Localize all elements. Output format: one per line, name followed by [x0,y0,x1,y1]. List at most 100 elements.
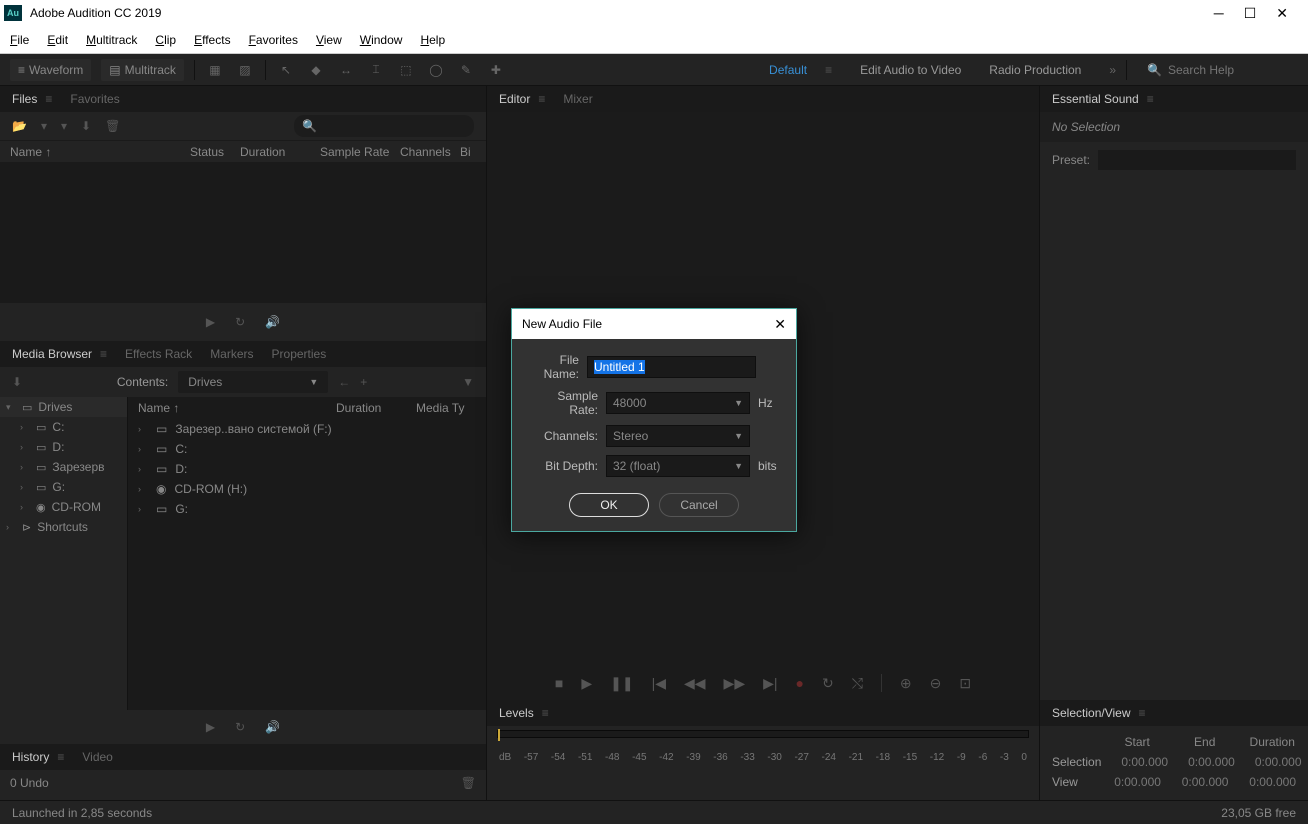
razor-tool-icon[interactable]: ◆ [306,60,326,80]
tree-drives[interactable]: ▾ ▭ Drives [0,397,127,417]
tab-mixer[interactable]: Mixer [563,92,592,106]
tab-selection-view[interactable]: Selection/View [1052,706,1131,720]
sv-view-end[interactable]: 0:00.000 [1181,775,1229,789]
files-search[interactable]: 🔍 [294,115,474,137]
tab-markers[interactable]: Markers [210,347,253,361]
close-button[interactable]: ✕ [1276,5,1288,22]
list-col-name[interactable]: Name ↑ [138,401,336,415]
col-sample-rate[interactable]: Sample Rate [320,145,400,159]
mode-multitrack-button[interactable]: ▤ Multitrack [101,59,184,81]
auto-play-icon[interactable]: 🔊 [265,720,280,734]
tab-video[interactable]: Video [82,750,112,764]
mode-waveform-button[interactable]: ≡ Waveform [10,59,91,81]
tab-essential-sound[interactable]: Essential Sound [1052,92,1139,106]
play-icon[interactable]: ▶ [206,315,215,329]
editor-tab-menu-icon[interactable]: ≡ [538,92,545,106]
import-icon[interactable]: ▾ [41,119,47,133]
cancel-button[interactable]: Cancel [659,493,739,517]
forward-icon[interactable]: + [360,375,367,389]
sv-view-start[interactable]: 0:00.000 [1113,775,1161,789]
col-duration[interactable]: Duration [240,145,320,159]
menu-file[interactable]: File [10,33,29,47]
fast-forward-button[interactable]: ▶▶ [724,675,746,692]
menu-favorites[interactable]: Favorites [249,33,298,47]
col-channels[interactable]: Channels [400,145,460,159]
dialog-close-button[interactable]: ✕ [774,316,786,333]
play-button[interactable]: ▶ [581,675,592,692]
list-item[interactable]: ›◉CD-ROM (H:) [128,479,486,499]
loop-icon[interactable]: ↻ [235,315,245,329]
col-name[interactable]: Name ↑ [10,145,190,159]
list-item[interactable]: ›▭C: [128,439,486,459]
workspace-edit-audio-to-video[interactable]: Edit Audio to Video [860,63,961,77]
menu-effects[interactable]: Effects [194,33,230,47]
col-status[interactable]: Status [190,145,240,159]
workspace-more-icon[interactable]: » [1109,63,1116,77]
list-item[interactable]: ›▭G: [128,499,486,519]
files-tab-menu-icon[interactable]: ≡ [45,92,52,106]
workspace-menu-icon[interactable]: ≡ [825,63,832,77]
loop-button[interactable]: ↻ [822,675,834,692]
insert-icon[interactable]: ⬇ [12,375,22,389]
play-icon[interactable]: ▶ [206,720,215,734]
spectral-freq-icon[interactable]: ▦ [205,60,225,80]
slip-tool-icon[interactable]: ↔ [336,60,356,80]
menu-window[interactable]: Window [360,33,403,47]
spectral-pitch-icon[interactable]: ▨ [235,60,255,80]
tab-history[interactable]: History [12,750,49,764]
contents-dropdown[interactable]: Drives ▼ [178,371,328,393]
es-tab-menu-icon[interactable]: ≡ [1147,92,1154,106]
menu-clip[interactable]: Clip [155,33,176,47]
sv-selection-end[interactable]: 0:00.000 [1188,755,1235,769]
go-to-end-button[interactable]: ▶| [763,675,777,692]
tree-drive-g[interactable]: › ▭ G: [0,477,127,497]
move-tool-icon[interactable]: ↖ [276,60,296,80]
menu-multitrack[interactable]: Multitrack [86,33,137,47]
ok-button[interactable]: OK [569,493,649,517]
tab-files[interactable]: Files [12,92,37,106]
list-item[interactable]: ›▭D: [128,459,486,479]
history-tab-menu-icon[interactable]: ≡ [57,750,64,764]
sv-selection-start[interactable]: 0:00.000 [1121,755,1168,769]
maximize-button[interactable]: ☐ [1244,5,1257,22]
list-col-duration[interactable]: Duration [336,401,416,415]
open-file-icon[interactable]: 📂 [12,119,27,133]
sv-selection-duration[interactable]: 0:00.000 [1255,755,1302,769]
new-icon[interactable]: ▾ [61,119,67,133]
tab-media-browser[interactable]: Media Browser [12,347,92,361]
record-button[interactable]: ● [796,675,804,691]
minimize-button[interactable]: ─ [1214,5,1224,22]
heal-icon[interactable]: ✚ [486,60,506,80]
pause-button[interactable]: ❚❚ [610,675,633,692]
workspace-default[interactable]: Default [769,63,807,77]
save-icon[interactable]: ⬇ [81,119,91,133]
stop-button[interactable]: ■ [555,675,563,691]
tree-shortcuts[interactable]: › ⊳ Shortcuts [0,517,127,537]
search-help[interactable]: 🔍 [1137,63,1298,77]
skip-selection-button[interactable]: ⤭ [852,675,863,692]
zoom-full-icon[interactable]: ⊡ [959,675,971,692]
preset-dropdown[interactable] [1098,150,1296,170]
rewind-button[interactable]: ◀◀ [684,675,706,692]
tree-drive-d[interactable]: › ▭ D: [0,437,127,457]
back-icon[interactable]: ← [338,375,350,389]
tab-favorites[interactable]: Favorites [70,92,119,106]
loop-icon[interactable]: ↻ [235,720,245,734]
tree-drive-c[interactable]: › ▭ C: [0,417,127,437]
menu-help[interactable]: Help [420,33,445,47]
tab-levels[interactable]: Levels [499,706,534,720]
brush-icon[interactable]: ✎ [456,60,476,80]
workspace-radio-production[interactable]: Radio Production [989,63,1081,77]
tree-drive-reserve[interactable]: › ▭ Зарезерв [0,457,127,477]
list-col-media-type[interactable]: Media Ty [416,401,476,415]
bit-depth-dropdown[interactable]: 32 (float) ▼ [606,455,750,477]
col-bit[interactable]: Bi [460,145,476,159]
trash-icon[interactable]: 🗑 [461,776,476,790]
file-name-input[interactable] [587,356,756,378]
time-select-icon[interactable]: ⌶ [366,60,386,80]
filter-icon[interactable]: ▼ [462,375,474,389]
go-to-start-button[interactable]: |◀ [652,675,666,692]
mb-tab-menu-icon[interactable]: ≡ [100,347,107,361]
list-item[interactable]: ›▭Зарезер..вано системой (F:) [128,419,486,439]
marquee-icon[interactable]: ⬚ [396,60,416,80]
